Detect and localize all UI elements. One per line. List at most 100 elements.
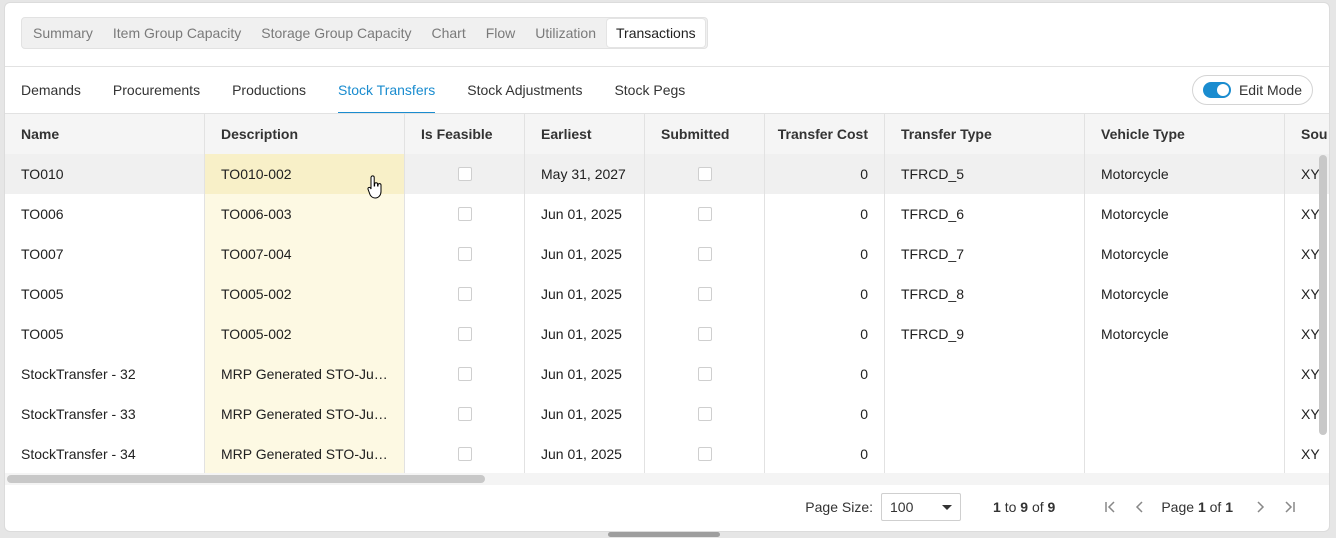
checkbox[interactable] [457,207,472,221]
tab-chart[interactable]: Chart [423,19,475,47]
subtab-stock-adjustments[interactable]: Stock Adjustments [451,67,598,113]
table-row[interactable]: TO006 TO006-003 Jun 01, 2025 0 TFRCD_6 Motorc… [5,194,1329,235]
cell-description[interactable]: TO005-002 [205,314,405,354]
tab-storage-group-capacity[interactable]: Storage Group Capacity [252,19,420,47]
checkbox[interactable] [697,447,712,461]
cell-earliest[interactable]: Jun 01, 2025 [525,434,645,473]
checkbox[interactable] [457,287,472,301]
checkbox[interactable] [697,407,712,421]
cell-submitted[interactable] [645,354,765,394]
cell-source[interactable]: XY [1285,434,1329,473]
checkbox[interactable] [697,287,712,301]
subtab-procurements[interactable]: Procurements [97,67,216,113]
cell-is-feasible[interactable] [405,154,525,194]
cell-is-feasible[interactable] [405,194,525,234]
cell-submitted[interactable] [645,234,765,274]
cell-vehicle-type[interactable]: Motorcycle [1085,314,1285,354]
cell-name[interactable]: StockTransfer - 32 [5,354,205,394]
cell-transfer-cost[interactable]: 0 [765,314,885,354]
tab-transactions[interactable]: Transactions [607,19,705,47]
cell-transfer-cost[interactable]: 0 [765,194,885,234]
subtab-stock-pegs[interactable]: Stock Pegs [598,67,701,113]
cell-vehicle-type[interactable] [1085,394,1285,434]
checkbox[interactable] [457,447,472,461]
table-row[interactable]: TO007 TO007-004 Jun 01, 2025 0 TFRCD_7 Motorc… [5,234,1329,275]
cell-is-feasible[interactable] [405,394,525,434]
cell-submitted[interactable] [645,274,765,314]
cell-transfer-type[interactable]: TFRCD_7 [885,234,1085,274]
column-header-name[interactable]: Name [5,114,205,154]
cell-submitted[interactable] [645,434,765,473]
cell-description[interactable]: MRP Generated STO-Jun ... [205,354,405,394]
subtab-productions[interactable]: Productions [216,67,322,113]
tab-flow[interactable]: Flow [477,19,525,47]
cell-is-feasible[interactable] [405,234,525,274]
checkbox[interactable] [697,247,712,261]
previous-page-icon[interactable] [1125,495,1155,519]
cell-transfer-type[interactable] [885,434,1085,473]
edit-mode-toggle[interactable]: Edit Mode [1191,75,1313,105]
cell-transfer-cost[interactable]: 0 [765,434,885,473]
cell-description[interactable]: TO007-004 [205,234,405,274]
cell-earliest[interactable]: Jun 01, 2025 [525,194,645,234]
cell-earliest[interactable]: May 31, 2027 [525,154,645,194]
subtab-demands[interactable]: Demands [5,67,97,113]
cell-transfer-type[interactable] [885,354,1085,394]
next-page-icon[interactable] [1245,495,1275,519]
cell-vehicle-type[interactable]: Motorcycle [1085,274,1285,314]
table-row[interactable]: StockTransfer - 33 MRP Generated STO-Jun … [5,394,1329,435]
column-header-submitted[interactable]: Submitted [645,114,765,154]
cell-submitted[interactable] [645,194,765,234]
cell-name[interactable]: StockTransfer - 33 [5,394,205,434]
cell-name[interactable]: TO005 [5,314,205,354]
cell-submitted[interactable] [645,154,765,194]
column-header-is-feasible[interactable]: Is Feasible [405,114,525,154]
cell-vehicle-type[interactable]: Motorcycle [1085,154,1285,194]
cell-description[interactable]: TO005-002 [205,274,405,314]
table-row[interactable]: TO005 TO005-002 Jun 01, 2025 0 TFRCD_9 Motorc… [5,314,1329,355]
column-header-earliest[interactable]: Earliest [525,114,645,154]
table-row[interactable]: StockTransfer - 32 MRP Generated STO-Jun … [5,354,1329,395]
cell-name[interactable]: TO010 [5,154,205,194]
cell-transfer-cost[interactable]: 0 [765,274,885,314]
cell-is-feasible[interactable] [405,314,525,354]
cell-description[interactable]: MRP Generated STO-Jun ... [205,434,405,473]
checkbox[interactable] [697,207,712,221]
column-header-transfer-type[interactable]: Transfer Type [885,114,1085,154]
tab-utilization[interactable]: Utilization [526,19,605,47]
cell-transfer-cost[interactable]: 0 [765,394,885,434]
table-row[interactable]: StockTransfer - 34 MRP Generated STO-Jun … [5,434,1329,473]
cell-is-feasible[interactable] [405,274,525,314]
cell-vehicle-type[interactable]: Motorcycle [1085,234,1285,274]
checkbox[interactable] [457,327,472,341]
column-header-description[interactable]: Description [205,114,405,154]
horizontal-scrollbar[interactable] [7,475,485,483]
page-scrollbar[interactable] [608,532,720,537]
cell-earliest[interactable]: Jun 01, 2025 [525,234,645,274]
checkbox[interactable] [697,327,712,341]
page-size-select[interactable]: 100 [881,493,962,521]
cell-earliest[interactable]: Jun 01, 2025 [525,274,645,314]
table-row[interactable]: TO005 TO005-002 Jun 01, 2025 0 TFRCD_8 Motorc… [5,274,1329,315]
cell-is-feasible[interactable] [405,434,525,473]
toggle-switch[interactable] [1202,82,1231,98]
checkbox[interactable] [697,367,712,381]
checkbox[interactable] [457,167,472,181]
cell-transfer-type[interactable]: TFRCD_5 [885,154,1085,194]
cell-submitted[interactable] [645,314,765,354]
column-header-sou[interactable]: Sou [1285,114,1329,154]
cell-vehicle-type[interactable] [1085,434,1285,473]
cell-name[interactable]: TO007 [5,234,205,274]
first-page-icon[interactable] [1095,495,1125,519]
cell-vehicle-type[interactable]: Motorcycle [1085,194,1285,234]
cell-is-feasible[interactable] [405,354,525,394]
subtab-stock-transfers[interactable]: Stock Transfers [322,67,451,114]
checkbox[interactable] [457,247,472,261]
cell-name[interactable]: StockTransfer - 34 [5,434,205,473]
last-page-icon[interactable] [1275,495,1305,519]
cell-transfer-type[interactable]: TFRCD_9 [885,314,1085,354]
cell-name[interactable]: TO005 [5,274,205,314]
table-row[interactable]: TO010 TO010-002 May 31, 2027 0 TFRCD_5 Motorc… [5,154,1329,195]
cell-earliest[interactable]: Jun 01, 2025 [525,354,645,394]
vertical-scrollbar[interactable] [1319,155,1327,435]
